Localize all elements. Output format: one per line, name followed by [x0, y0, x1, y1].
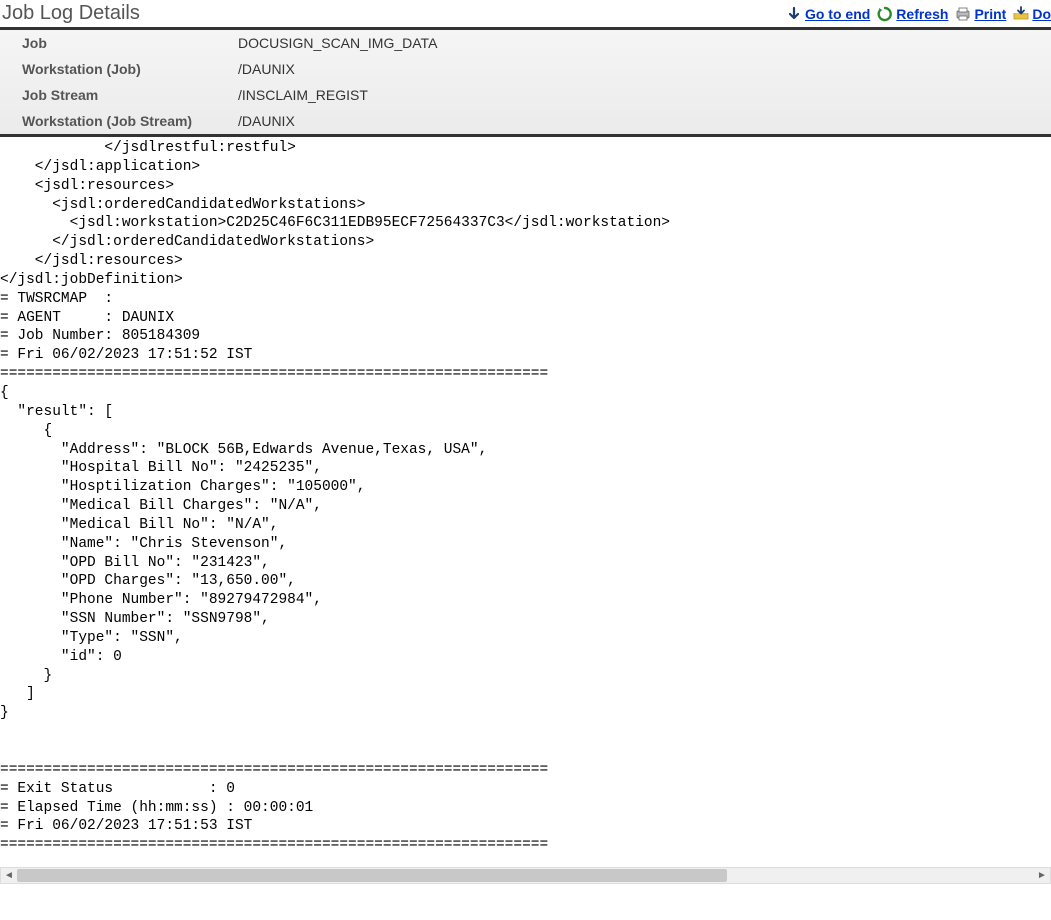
refresh-action[interactable]: Refresh [876, 5, 948, 23]
goto-end-link[interactable]: Go to end [805, 6, 870, 22]
log-content: </jsdlrestful:restful> </jsdl:applicatio… [0, 137, 1051, 861]
workstation-job-value: /DAUNIX [230, 56, 1051, 82]
refresh-icon [876, 5, 894, 23]
workstation-stream-label: Workstation (Job Stream) [0, 108, 230, 136]
header-actions: Go to end Refresh Print Do [785, 5, 1051, 23]
header-bar: Job Log Details Go to end Refresh Print … [0, 0, 1051, 30]
refresh-link[interactable]: Refresh [896, 6, 948, 22]
print-link[interactable]: Print [974, 6, 1006, 22]
download-link[interactable]: Do [1032, 6, 1051, 22]
printer-icon [954, 5, 972, 23]
workstation-stream-value: /DAUNIX [230, 108, 1051, 136]
job-stream-label: Job Stream [0, 82, 230, 108]
goto-end-action[interactable]: Go to end [785, 5, 870, 23]
job-value: DOCUSIGN_SCAN_IMG_DATA [230, 30, 1051, 56]
download-action[interactable]: Do [1012, 5, 1051, 23]
horizontal-scrollbar[interactable]: ◄ ► [0, 867, 1051, 884]
table-row: Job Stream /INSCLAIM_REGIST [0, 82, 1051, 108]
workstation-job-label: Workstation (Job) [0, 56, 230, 82]
download-icon [1012, 5, 1030, 23]
job-info-table: Job DOCUSIGN_SCAN_IMG_DATA Workstation (… [0, 30, 1051, 137]
print-action[interactable]: Print [954, 5, 1006, 23]
page-title: Job Log Details [0, 2, 140, 25]
scrollbar-thumb[interactable] [17, 869, 727, 882]
job-stream-value: /INSCLAIM_REGIST [230, 82, 1051, 108]
table-row: Job DOCUSIGN_SCAN_IMG_DATA [0, 30, 1051, 56]
table-row: Workstation (Job Stream) /DAUNIX [0, 108, 1051, 136]
scroll-right-button[interactable]: ► [1034, 868, 1050, 883]
arrow-down-icon [785, 5, 803, 23]
scroll-left-button[interactable]: ◄ [1, 868, 17, 883]
job-label: Job [0, 30, 230, 56]
table-row: Workstation (Job) /DAUNIX [0, 56, 1051, 82]
